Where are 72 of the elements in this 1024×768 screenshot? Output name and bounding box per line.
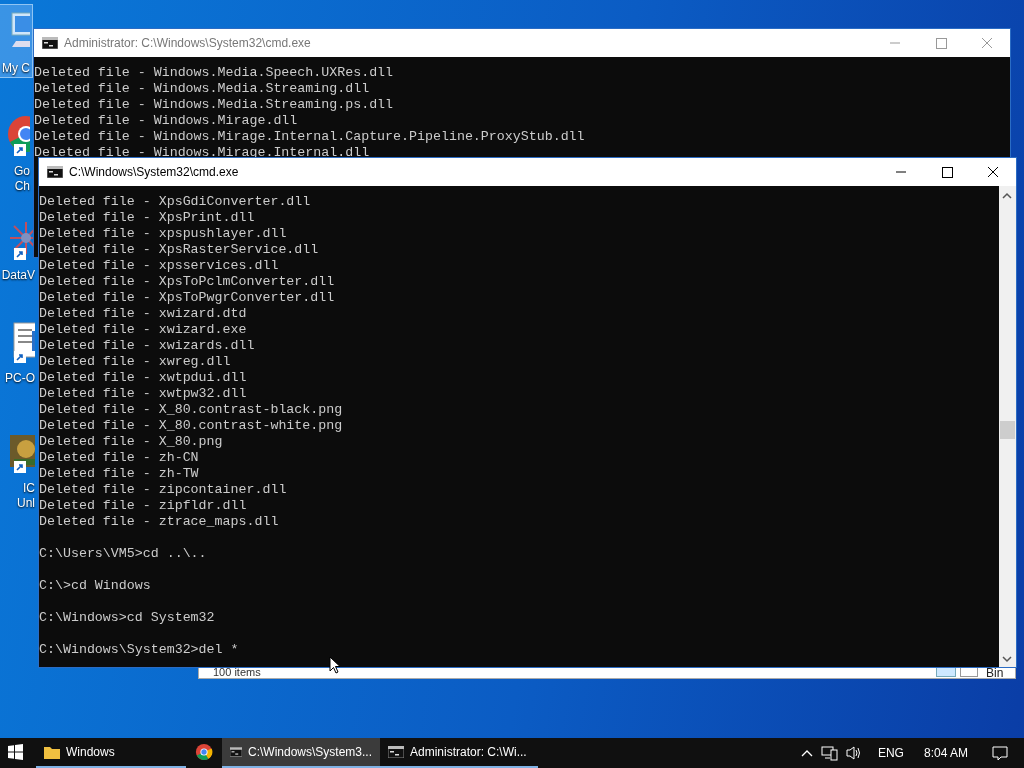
taskbar-button[interactable]: Windows — [36, 738, 186, 768]
console-line: Deleted file - zipfldr.dll — [39, 498, 248, 514]
console-line: Deleted file - xwtpw32.dll — [39, 386, 248, 402]
shortcut-arrow-icon — [14, 144, 26, 156]
console-line: Deleted file - xwizards.dll — [39, 338, 256, 354]
terminal-icon — [230, 746, 242, 758]
taskbar-button[interactable]: C:\Windows\System3... — [222, 738, 380, 768]
desktop-icon-label[interactable]: Bin — [986, 664, 1004, 682]
console-line: Deleted file - XpsGdiConverter.dll — [39, 194, 312, 210]
console-line: Deleted file - xpspushlayer.dll — [39, 226, 288, 242]
console-line: Deleted file - X_80.contrast-black.png — [39, 402, 344, 418]
console-line: Deleted file - XpsToPwgrConverter.dll — [39, 290, 336, 306]
shortcut-arrow-icon — [14, 248, 26, 260]
console-line: Deleted file - Windows.Mirage.Internal.dll — [34, 145, 371, 161]
console-line: Deleted file - xwreg.dll — [39, 354, 232, 370]
console-line: Deleted file - Windows.Media.Streaming.dll — [34, 81, 371, 97]
window-title: Administrator: C:\Windows\System32\cmd.exe — [64, 35, 311, 52]
console-line: Deleted file - Windows.Mirage.Internal.Capture.Pipeline.ProxyStub.dll — [34, 129, 586, 145]
close-icon — [980, 37, 994, 49]
windows-logo-icon[interactable] — [8, 744, 23, 760]
volume-icon[interactable] — [845, 745, 862, 761]
scroll-thumb[interactable] — [1000, 421, 1015, 439]
folder-icon — [44, 745, 60, 759]
clock[interactable]: 8:04 AM — [923, 744, 968, 762]
close-icon — [986, 166, 1000, 178]
console-line: Deleted file - X_80.png — [39, 434, 224, 450]
chevron-up-icon[interactable] — [800, 748, 813, 758]
console-line: Deleted file - XpsRasterService.dll — [39, 242, 320, 258]
scroll-up-icon[interactable] — [1001, 192, 1013, 200]
desktop-icon[interactable]: DataV — [0, 212, 37, 284]
status-text: 100 items — [213, 665, 261, 680]
scroll-down-icon[interactable] — [1001, 655, 1013, 663]
console-line: Deleted file - Windows.Mirage.dll — [34, 113, 299, 129]
console-line: Deleted file - xwizard.exe — [39, 322, 248, 338]
command-line: C:\Users\VM5>cd ..\.. — [39, 546, 208, 562]
command-line: C:\Windows>cd System32 — [39, 610, 216, 626]
desktop-icon-label[interactable]: Ch — [14, 179, 30, 193]
desktop-icon[interactable]: PC-O — [0, 315, 37, 387]
network-icon[interactable] — [820, 745, 838, 761]
console-line: Deleted file - zh-TW — [39, 466, 200, 482]
window-title: C:\Windows\System32\cmd.exe — [69, 164, 239, 181]
terminal-icon — [47, 166, 63, 178]
maximize-icon — [940, 166, 954, 178]
desktop-icon-label[interactable]: DataV — [1, 268, 35, 282]
desktop-icon-label[interactable]: Unl — [17, 496, 35, 510]
console-line: Deleted file - zh-CN — [39, 450, 200, 466]
terminal-icon — [388, 746, 404, 758]
scrollbar[interactable] — [999, 186, 1016, 667]
console-line: Deleted file - X_80.contrast-white.png — [39, 418, 344, 434]
desktop-icon-label[interactable]: My C — [2, 61, 30, 75]
desktop-icon-label[interactable]: Go — [14, 164, 30, 178]
terminal-icon — [42, 37, 58, 49]
console-line: Deleted file - XpsToPclmConverter.dll — [39, 274, 336, 290]
shortcut-arrow-icon — [14, 461, 26, 473]
console-line: Deleted file - xpsservices.dll — [39, 258, 280, 274]
shortcut-arrow-icon — [14, 351, 26, 363]
console-line: Deleted file - Windows.Media.Speech.UXRes.dll — [34, 65, 395, 81]
console-line: Deleted file - xwtpdui.dll — [39, 370, 248, 386]
console-line: Deleted file - zipcontainer.dll — [39, 482, 288, 498]
console-line: Deleted file - Windows.Media.Streaming.ps.dll — [34, 97, 395, 113]
maximize-icon — [934, 37, 948, 49]
console-line: Deleted file - ztrace_maps.dll — [39, 514, 280, 530]
console-line: Deleted file - xwizard.dtd — [39, 306, 248, 322]
taskbar-button[interactable]: Administrator: C:\Wi... — [380, 738, 538, 768]
command-line: C:\Windows\System32>del * — [39, 642, 240, 658]
notification-icon[interactable] — [992, 745, 1008, 761]
desktop-icon-label[interactable]: PC-O — [5, 371, 35, 385]
console-line: Deleted file - XpsPrint.dll — [39, 210, 256, 226]
chrome-icon — [195, 743, 213, 761]
language-indicator[interactable]: ENG — [877, 744, 904, 762]
desktop-icon-label[interactable]: IC — [23, 481, 35, 495]
command-line: C:\>cd Windows — [39, 578, 152, 594]
